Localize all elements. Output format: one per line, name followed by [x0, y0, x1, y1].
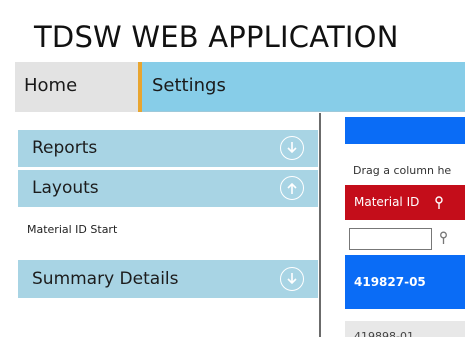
app-title: TDSW WEB APPLICATION	[34, 20, 399, 54]
grid-toolbar	[345, 117, 465, 144]
panel-label-layouts: Layouts	[32, 178, 99, 198]
table-row-selected[interactable]: 419827-05	[345, 255, 465, 309]
group-drag-hint: Drag a column he	[353, 164, 452, 177]
column-header-material-id[interactable]: Material ID	[345, 185, 465, 220]
data-grid: Drag a column he Material ID 419827-05 4…	[333, 113, 465, 337]
panel-header-layouts[interactable]: Layouts	[18, 170, 318, 207]
material-id-filter-input[interactable]	[349, 228, 432, 250]
filter-pin-icon[interactable]	[434, 196, 444, 210]
circle-arrow-down-icon[interactable]	[280, 267, 304, 291]
filter-pin-icon[interactable]	[439, 231, 448, 245]
nav-tab-home[interactable]: Home	[15, 62, 142, 112]
panel-label-reports: Reports	[32, 138, 98, 158]
panel-header-summary-details[interactable]: Summary Details	[18, 260, 318, 298]
circle-arrow-up-icon[interactable]	[280, 176, 304, 200]
nav-tab-settings[interactable]: Settings	[142, 62, 292, 112]
column-header-label: Material ID	[354, 195, 420, 209]
top-nav: Home Settings	[15, 62, 465, 112]
filter-row	[345, 223, 465, 253]
table-row[interactable]: 419898-01	[345, 321, 465, 337]
panel-header-reports[interactable]: Reports	[18, 130, 318, 167]
panel-label-summary-details: Summary Details	[32, 269, 179, 289]
circle-arrow-down-icon[interactable]	[280, 136, 304, 160]
sidebar: Reports Layouts Material ID Start Summar…	[15, 113, 321, 337]
layout-item-material-id-start[interactable]: Material ID Start	[27, 223, 117, 236]
